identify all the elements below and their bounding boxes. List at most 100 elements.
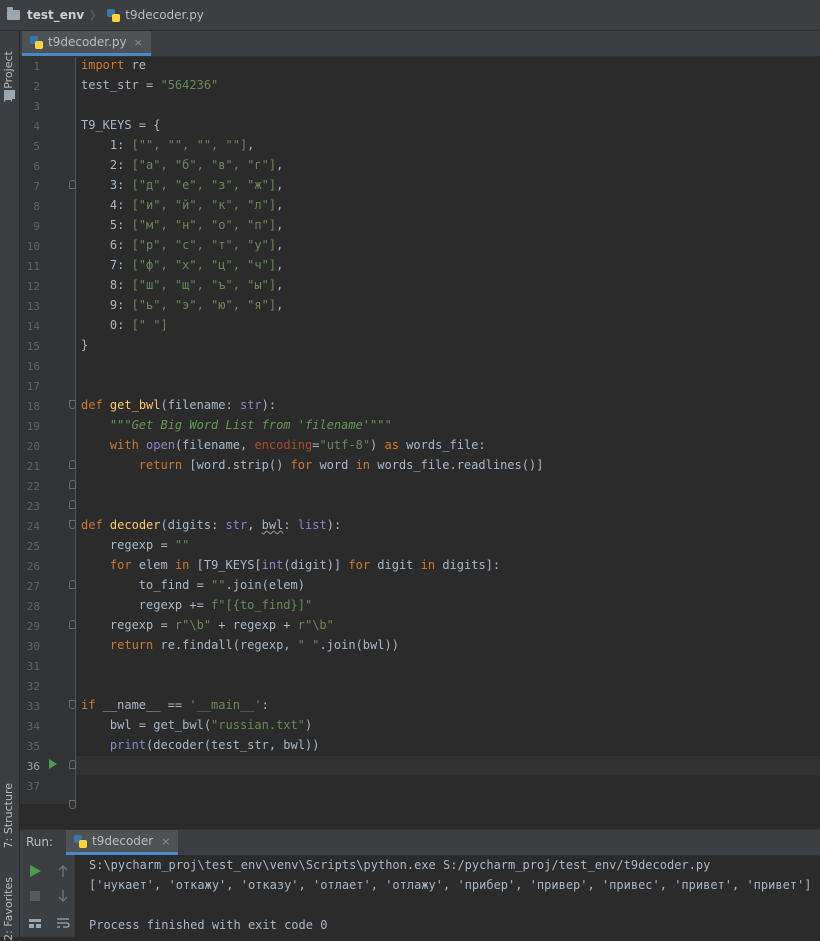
- line-number: 21: [26, 460, 40, 473]
- line-number: 12: [26, 280, 40, 293]
- code-line: import re: [81, 58, 147, 72]
- code-line: regexp += f"[{to_find}]": [81, 598, 313, 612]
- code-line: test_str = "564236": [81, 78, 219, 92]
- breadcrumb-project[interactable]: test_env: [27, 8, 84, 22]
- breadcrumb-file[interactable]: t9decoder.py: [125, 8, 204, 22]
- line-number: 14: [26, 320, 40, 333]
- line-number: 37: [26, 780, 40, 793]
- line-number: 28: [26, 600, 40, 613]
- scroll-up-icon[interactable]: [56, 863, 70, 877]
- scroll-down-icon[interactable]: [56, 888, 70, 903]
- line-number: 2: [33, 80, 40, 93]
- fold-icon[interactable]: [69, 180, 76, 189]
- line-number: 17: [26, 380, 40, 393]
- rerun-icon[interactable]: [28, 863, 42, 877]
- fold-icon[interactable]: [69, 480, 76, 489]
- run-tab-label: t9decoder: [92, 834, 154, 848]
- code-line: 3: ["д", "е", "з", "ж"],: [81, 178, 284, 192]
- code-line: for elem in [T9_KEYS[int(digit)] for dig…: [109, 558, 501, 572]
- code-line: """Get Big Word List from 'filename'""": [109, 418, 392, 432]
- run-label: Run:: [26, 835, 54, 849]
- line-number: 35: [26, 740, 40, 753]
- console-line: Process finished with exit code 0: [89, 918, 328, 932]
- code-line: 6: ["р", "с", "т", "у"],: [81, 238, 284, 252]
- line-number: 4: [33, 120, 40, 133]
- code-line: def decoder(digits: str, bwl: list):: [81, 518, 342, 532]
- line-number: 5: [33, 140, 40, 153]
- fold-icon[interactable]: [69, 400, 76, 409]
- line-number: 20: [26, 440, 40, 453]
- line-number: 34: [26, 720, 40, 733]
- code-line: 1: ["", "", "", ""],: [81, 138, 255, 152]
- line-number: 10: [26, 240, 40, 253]
- folder-icon: [7, 7, 20, 20]
- breadcrumb-separator: 〉: [90, 9, 102, 22]
- line-number: 25: [26, 540, 40, 553]
- line-number-gutter: 1 2 3 4 5 6 7 8 9 10 11 12 13 14 15 16 17 18 19 20 21 22 23 24 2…: [20, 57, 76, 809]
- line-number: 7: [33, 180, 40, 193]
- line-number: 29: [26, 620, 40, 633]
- python-file-icon: [74, 834, 87, 848]
- console-line: S:\pycharm_proj\test_env\venv\Scripts\py…: [89, 858, 711, 872]
- fold-icon[interactable]: [69, 700, 76, 709]
- layout-icon[interactable]: [28, 915, 42, 929]
- line-number: 26: [26, 560, 40, 573]
- code-line: 9: ["ь", "э", "ю", "я"],: [81, 298, 284, 312]
- code-line: regexp = "": [81, 538, 190, 552]
- code-line: return re.findall(regexp, " ".join(bwl)): [109, 638, 399, 652]
- code-line: bwl = get_bwl("russian.txt"): [81, 718, 313, 732]
- close-run-tab-icon[interactable]: ×: [161, 835, 170, 848]
- python-file-icon: [30, 35, 43, 49]
- line-number: 22: [26, 480, 40, 493]
- line-number: 1: [33, 60, 40, 73]
- code-line: with open(filename, encoding="utf-8") as…: [109, 438, 486, 452]
- fold-icon[interactable]: [69, 760, 76, 769]
- line-number: 19: [26, 420, 40, 433]
- line-number: 6: [33, 160, 40, 173]
- editor-tab-bar: t9decoder.py ×: [20, 31, 820, 57]
- line-number: 36: [26, 760, 40, 773]
- code-line: 5: ["м", "н", "о", "п"],: [81, 218, 284, 232]
- line-number: 15: [26, 340, 40, 353]
- run-console-output[interactable]: S:\pycharm_proj\test_env\venv\Scripts\py…: [76, 855, 820, 937]
- line-number: 16: [26, 360, 40, 373]
- fold-icon[interactable]: [69, 500, 76, 509]
- left-tool-strip: 1: Project 7: Structure 2: Favorites: [0, 31, 20, 941]
- soft-wrap-icon[interactable]: [56, 915, 70, 929]
- code-line: 0: [" "]: [81, 318, 168, 332]
- current-line-highlight: [76, 756, 820, 775]
- code-line: regexp = r"\b" + regexp + r"\b": [81, 618, 334, 632]
- console-line: ['нукает', 'откажу', 'отказу', 'отлает',…: [89, 878, 812, 892]
- run-tab-t9decoder[interactable]: t9decoder ×: [66, 830, 179, 855]
- line-number: 13: [26, 300, 40, 313]
- run-gutter-icon[interactable]: [49, 759, 57, 769]
- code-line: 2: ["а", "б", "в", "г"],: [81, 158, 284, 172]
- line-number: 24: [26, 520, 40, 533]
- line-number: 11: [26, 260, 40, 273]
- fold-icon[interactable]: [69, 520, 76, 529]
- fold-icon[interactable]: [69, 580, 76, 589]
- code-line: if __name__ == '__main__':: [81, 698, 269, 712]
- code-line: T9_KEYS = {: [81, 118, 161, 132]
- stop-icon[interactable]: [28, 888, 42, 902]
- line-number: 3: [33, 100, 40, 113]
- code-line: to_find = "".join(elem): [81, 578, 305, 592]
- code-editor[interactable]: import re test_str = "564236" T9_KEYS = …: [76, 57, 820, 804]
- tab-t9decoder[interactable]: t9decoder.py ×: [22, 31, 151, 56]
- code-line: return [word.strip() for word in words_f…: [138, 458, 544, 472]
- code-line: 4: ["и", "й", "к", "л"],: [81, 198, 284, 212]
- line-number: 23: [26, 500, 40, 513]
- line-number: 18: [26, 400, 40, 413]
- line-number: 8: [33, 200, 40, 213]
- fold-icon[interactable]: [69, 460, 76, 469]
- close-tab-icon[interactable]: ×: [134, 36, 143, 49]
- code-line: 7: ["ф", "х", "ц", "ч"],: [81, 258, 284, 272]
- line-number: 30: [26, 640, 40, 653]
- favorites-tool-tab[interactable]: 2: Favorites: [2, 877, 15, 941]
- fold-icon[interactable]: [69, 620, 76, 629]
- line-number: 33: [26, 700, 40, 713]
- structure-tool-tab[interactable]: 7: Structure: [2, 783, 15, 848]
- line-number: 32: [26, 680, 40, 693]
- fold-icon[interactable]: [69, 800, 76, 809]
- line-number: 31: [26, 660, 40, 673]
